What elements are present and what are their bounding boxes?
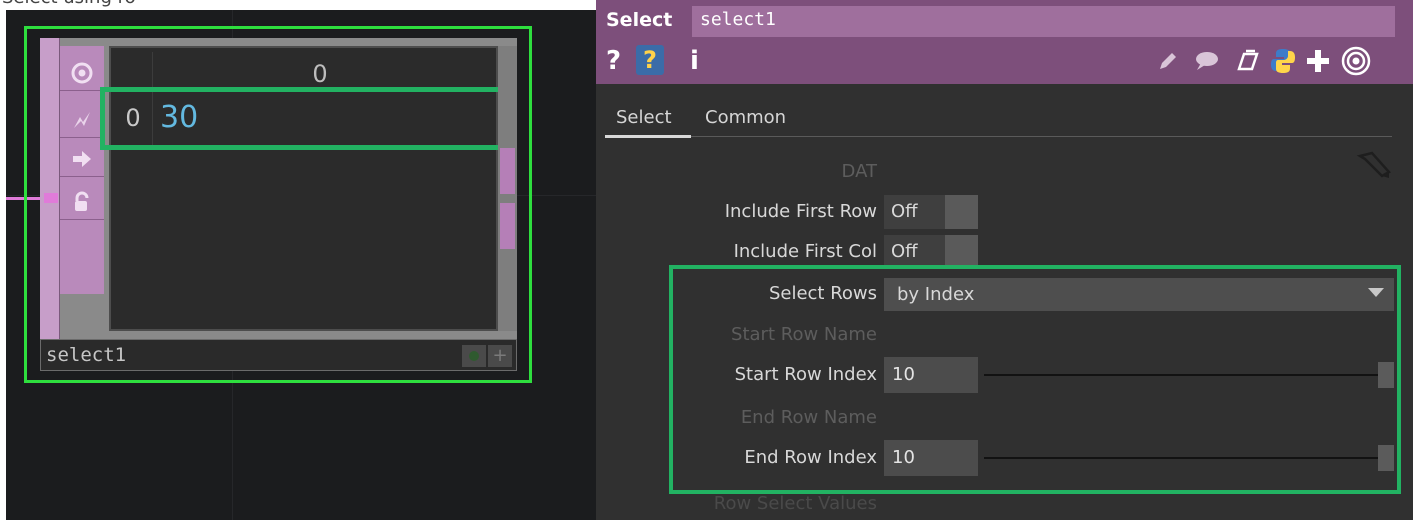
operator-name-field[interactable] — [692, 6, 1395, 37]
dat-label: DAT — [841, 161, 877, 182]
target-icon[interactable] — [1341, 46, 1371, 76]
tabs-divider — [605, 136, 1392, 137]
include-first-col-value[interactable]: Off — [891, 235, 918, 269]
row-params-highlight-box — [669, 265, 1401, 494]
help-icon[interactable]: ? — [606, 44, 628, 78]
dat-arrow-icon[interactable] — [1356, 150, 1394, 180]
include-first-col-checkbox[interactable] — [945, 235, 978, 269]
include-first-col-label: Include First Col — [733, 241, 877, 262]
caption-fragment: Select using ro — [2, 0, 136, 10]
comment-icon[interactable] — [1191, 46, 1221, 76]
python-help-icon[interactable]: ? — [636, 45, 664, 75]
active-tab-indicator — [605, 135, 691, 138]
tab-select[interactable]: Select — [616, 104, 672, 132]
include-first-row-value[interactable]: Off — [891, 195, 918, 229]
plus-icon[interactable] — [1303, 46, 1333, 76]
include-first-row-label: Include First Row — [724, 201, 877, 222]
info-icon[interactable]: i — [690, 44, 704, 78]
include-first-row-checkbox[interactable] — [945, 195, 978, 229]
operator-type-label: Select — [606, 9, 673, 31]
pencil-icon[interactable] — [1153, 46, 1183, 76]
clone-icon[interactable] — [1233, 46, 1263, 76]
python-icon[interactable] — [1268, 46, 1298, 76]
node-selection-highlight — [24, 26, 532, 383]
tab-common[interactable]: Common — [705, 104, 786, 132]
operator-name[interactable]: select1 — [700, 6, 776, 34]
